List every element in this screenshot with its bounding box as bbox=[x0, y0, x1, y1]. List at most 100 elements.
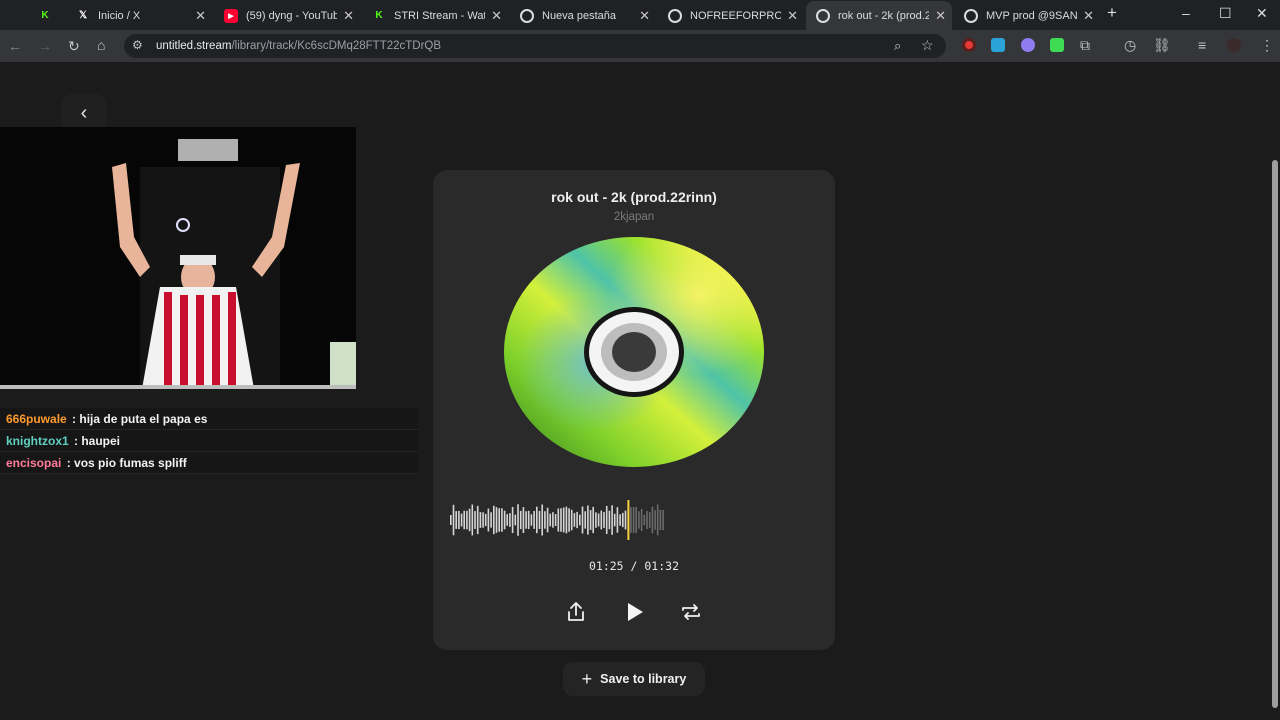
waveform-bar bbox=[619, 514, 621, 526]
chat-username[interactable]: knightzox1 bbox=[6, 434, 69, 448]
forward-icon[interactable]: → bbox=[38, 38, 52, 54]
waveform-bar bbox=[651, 506, 654, 534]
waveform-bar bbox=[643, 514, 646, 526]
close-window-icon[interactable]: ✕ bbox=[1256, 5, 1268, 22]
waveform-bar bbox=[611, 505, 613, 535]
chat-username[interactable]: 666puwale bbox=[6, 412, 67, 426]
kick-icon: K bbox=[375, 10, 383, 21]
waveform[interactable] bbox=[450, 500, 680, 540]
waveform-bar bbox=[630, 507, 632, 533]
track-title: rok out - 2k (prod.22rinn) bbox=[551, 189, 717, 205]
waveform-bar bbox=[482, 512, 484, 528]
track-artist[interactable]: 2kjapan bbox=[0, 211, 1268, 223]
tab-mvp-prod[interactable]: MVP prod @9SANZ ✕ bbox=[954, 3, 1100, 28]
bookmark-star-icon[interactable]: ☆ bbox=[921, 37, 934, 54]
waveform-bar bbox=[509, 513, 511, 527]
waveform-bar bbox=[554, 514, 557, 526]
waveform-bar bbox=[490, 512, 492, 528]
waveform-bar bbox=[546, 507, 549, 533]
chat-message: encisopai : vos pio fumas spliff bbox=[0, 452, 418, 474]
tab-title: STRI Stream - Watch bbox=[394, 9, 485, 22]
record-extension-icon[interactable] bbox=[962, 38, 976, 52]
close-icon[interactable]: ✕ bbox=[343, 8, 354, 24]
home-icon[interactable]: ⌂ bbox=[97, 37, 105, 53]
waveform-bar bbox=[533, 511, 535, 529]
scrollbar-thumb[interactable] bbox=[1272, 160, 1278, 708]
minimize-icon[interactable]: – bbox=[1182, 5, 1190, 21]
waveform-bar bbox=[624, 510, 627, 530]
chat-separator: : bbox=[70, 434, 82, 448]
extension-icon[interactable] bbox=[1050, 38, 1064, 52]
new-tab-icon[interactable]: + bbox=[1107, 3, 1117, 23]
close-icon[interactable]: ✕ bbox=[935, 8, 946, 24]
tab-youtube[interactable]: ▶ (59) dyng - YouTube ✕ bbox=[214, 3, 360, 28]
reload-icon[interactable]: ↻ bbox=[68, 38, 80, 55]
repeat-icon[interactable] bbox=[679, 600, 703, 624]
waveform-bar bbox=[493, 505, 495, 535]
tab-stri-stream[interactable]: K STRI Stream - Watch ✕ bbox=[362, 3, 508, 28]
tab-new-tab[interactable]: Nueva pestaña ✕ bbox=[510, 3, 656, 28]
close-icon[interactable]: ✕ bbox=[195, 8, 206, 24]
waveform-bar bbox=[565, 506, 568, 534]
link-icon[interactable]: ⛓ bbox=[1153, 37, 1171, 54]
tab-kick[interactable]: K bbox=[28, 3, 64, 28]
chat-message: 666puwale : hija de puta el papa es bbox=[0, 408, 418, 430]
avatar[interactable] bbox=[1227, 38, 1241, 52]
close-icon[interactable]: ✕ bbox=[1083, 8, 1094, 24]
chat-username[interactable]: encisopai bbox=[6, 456, 61, 470]
waveform-bar bbox=[557, 508, 560, 532]
waveform-bar bbox=[635, 507, 638, 534]
waveform-bar bbox=[506, 514, 509, 526]
waveform-bar bbox=[530, 514, 533, 526]
puzzle-icon[interactable]: ⧉ bbox=[1080, 37, 1090, 54]
waveform-bar bbox=[468, 508, 471, 532]
waveform-bar bbox=[541, 504, 544, 536]
save-to-library-button[interactable]: + Save to library bbox=[563, 662, 705, 696]
tab-title: MVP prod @9SANZ bbox=[986, 9, 1078, 22]
tab-title: Nueva pestaña bbox=[542, 9, 616, 22]
waveform-bar bbox=[568, 508, 570, 532]
waveform-bar bbox=[595, 512, 597, 528]
waveform-bar bbox=[458, 510, 460, 530]
cd-hole bbox=[612, 332, 656, 372]
close-icon[interactable]: ✕ bbox=[787, 8, 798, 24]
extension-icon[interactable] bbox=[991, 38, 1005, 52]
close-icon[interactable]: ✕ bbox=[639, 8, 650, 24]
back-icon[interactable]: ← bbox=[8, 38, 22, 54]
waveform-bar bbox=[584, 511, 587, 529]
chat-text: hija de puta el papa es bbox=[79, 412, 208, 426]
maximize-icon[interactable]: ☐ bbox=[1219, 5, 1232, 22]
tab-title: Inicio / X bbox=[98, 9, 141, 22]
zoom-icon[interactable]: ⌕ bbox=[894, 38, 901, 54]
url-text[interactable]: untitled.stream/library/track/Kc6scDMq28… bbox=[156, 40, 441, 52]
waveform-bar bbox=[616, 507, 619, 533]
play-icon[interactable] bbox=[622, 600, 646, 624]
tab-title: rok out - 2k (prod.22 bbox=[838, 9, 930, 22]
x-icon: 𝕏 bbox=[78, 10, 88, 21]
plus-icon: + bbox=[581, 668, 593, 689]
waveform-bar bbox=[519, 510, 522, 530]
tab-nofreeforprofit[interactable]: NOFREEFORPROFIT ✕ bbox=[658, 3, 804, 28]
waveform-bar bbox=[638, 511, 640, 529]
waveform-bar bbox=[587, 505, 589, 535]
tab-x[interactable]: 𝕏 Inicio / X ✕ bbox=[66, 3, 212, 28]
waveform-bar bbox=[466, 510, 468, 530]
extension-icon[interactable] bbox=[1021, 38, 1035, 52]
waveform-bar bbox=[525, 511, 527, 529]
chrome-icon bbox=[520, 8, 534, 23]
waveform-bar bbox=[600, 510, 603, 530]
history-icon[interactable]: ◷ bbox=[1124, 37, 1136, 54]
chat-separator: : bbox=[63, 456, 75, 470]
menu-icon[interactable]: ⋮ bbox=[1260, 37, 1274, 54]
tab-rok-out[interactable]: rok out - 2k (prod.22 ✕ bbox=[806, 1, 952, 30]
waveform-bar bbox=[570, 509, 573, 531]
stream-video bbox=[0, 127, 356, 389]
close-icon[interactable]: ✕ bbox=[491, 8, 502, 24]
site-info-icon[interactable]: ⚙ bbox=[132, 38, 143, 52]
share-icon[interactable] bbox=[564, 600, 588, 624]
waveform-bar bbox=[562, 507, 565, 533]
reading-list-icon[interactable]: ≡ bbox=[1198, 37, 1206, 53]
playhead[interactable] bbox=[627, 500, 630, 540]
waveform-bar bbox=[632, 507, 635, 533]
waveform-bar bbox=[573, 513, 576, 527]
